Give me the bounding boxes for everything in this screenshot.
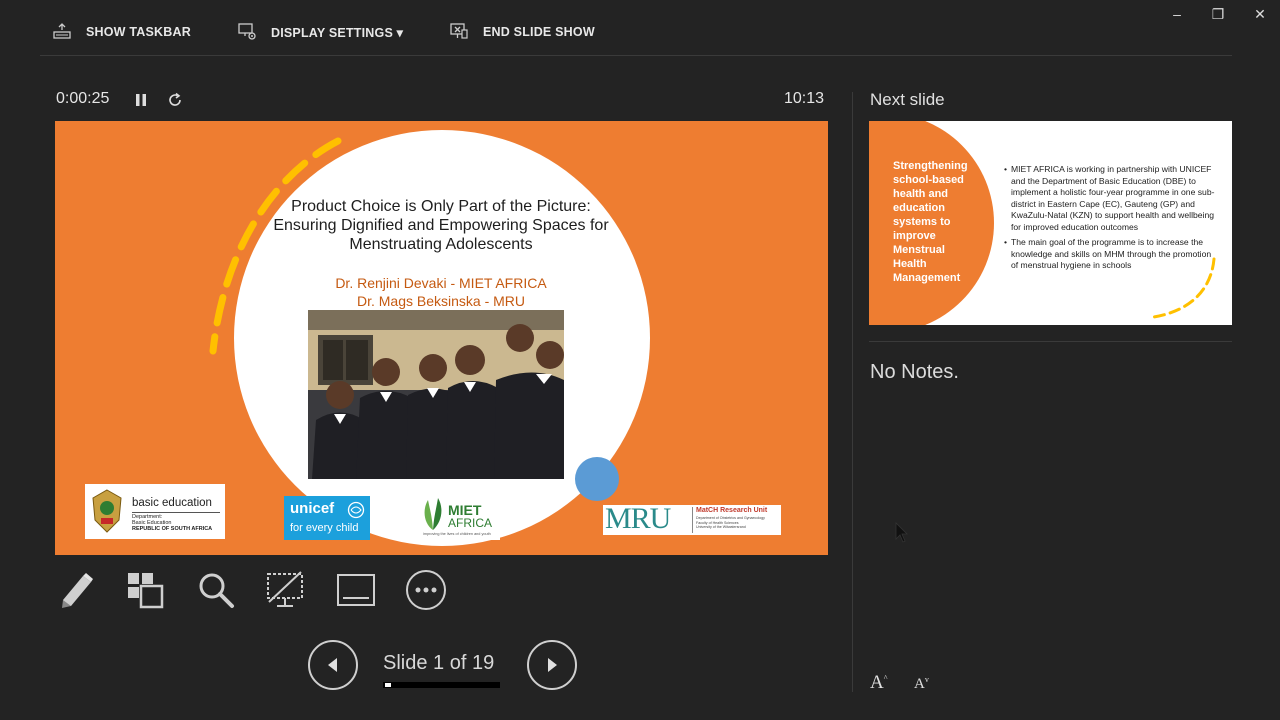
basic-education-logo: basic education Department: Basic Educat… bbox=[85, 484, 225, 539]
miet-africa-logo: MIET AFRICA improving the lives of child… bbox=[418, 494, 500, 540]
end-slide-show-button[interactable]: END SLIDE SHOW bbox=[449, 18, 595, 46]
display-settings-button[interactable]: DISPLAY SETTINGS ▾ bbox=[237, 18, 403, 46]
elapsed-timer: 0:00:25 bbox=[56, 90, 110, 107]
monitor-gear-icon bbox=[237, 21, 257, 44]
taskbar-icon bbox=[52, 21, 72, 44]
pen-icon bbox=[62, 573, 93, 608]
notes-divider bbox=[869, 341, 1232, 342]
mouse-pointer-icon bbox=[895, 522, 908, 543]
display-settings-label: DISPLAY SETTINGS ▾ bbox=[271, 25, 404, 40]
slide-authors: Dr. Renjini Devaki - MIET AFRICA Dr. Mag… bbox=[265, 274, 617, 310]
more-options-button[interactable] bbox=[404, 568, 448, 612]
next-slide-dashed-arc bbox=[1152, 257, 1216, 319]
author-2: Dr. Mags Beksinska - MRU bbox=[356, 293, 526, 309]
previous-slide-button[interactable] bbox=[308, 640, 358, 690]
restart-timer-button[interactable] bbox=[164, 89, 186, 111]
panel-divider bbox=[852, 92, 853, 692]
presenter-toolbar: SHOW TASKBAR DISPLAY SETTINGS ▾ END SLID… bbox=[0, 0, 1280, 56]
show-taskbar-button[interactable]: SHOW TASKBAR bbox=[52, 18, 191, 46]
next-arrow-icon bbox=[548, 658, 557, 672]
pen-tool-button[interactable] bbox=[55, 568, 99, 612]
pause-timer-button[interactable] bbox=[131, 90, 151, 110]
more-options-icon bbox=[406, 570, 446, 610]
next-slide-button[interactable] bbox=[527, 640, 577, 690]
group-photo bbox=[308, 310, 564, 479]
decrease-font-letter: A bbox=[914, 676, 925, 692]
slide-counter[interactable]: Slide 1 of 19 bbox=[383, 652, 494, 675]
previous-arrow-icon bbox=[328, 658, 337, 672]
decrease-notes-font-button[interactable]: Av bbox=[914, 675, 929, 693]
black-screen-icon bbox=[267, 571, 303, 607]
magnifier-icon bbox=[199, 573, 234, 608]
next-slide-label: Next slide bbox=[870, 90, 945, 109]
current-time: 10:13 bbox=[784, 90, 825, 107]
decorative-blue-dot bbox=[575, 457, 619, 501]
author-1: Dr. Renjini Devaki - MIET AFRICA bbox=[335, 275, 547, 291]
show-taskbar-label: SHOW TASKBAR bbox=[86, 25, 191, 39]
restart-icon bbox=[169, 92, 181, 106]
zoom-button[interactable] bbox=[194, 568, 238, 612]
decrease-caret: v bbox=[924, 675, 929, 684]
slides-grid-icon bbox=[128, 573, 164, 609]
increase-caret: ^ bbox=[883, 673, 888, 683]
slide-title: Product Choice is Only Part of the Pictu… bbox=[273, 198, 609, 253]
increase-notes-font-button[interactable]: A^ bbox=[870, 672, 888, 694]
slide-progress-bar bbox=[383, 682, 500, 688]
toolbar-divider bbox=[40, 55, 1232, 56]
subtitles-icon bbox=[337, 574, 375, 606]
end-slide-show-label: END SLIDE SHOW bbox=[483, 25, 595, 39]
next-slide-preview[interactable]: Strengthening school-based health and ed… bbox=[869, 121, 1232, 325]
unicef-logo: unicef for every child bbox=[284, 496, 370, 540]
pause-icon bbox=[136, 94, 146, 106]
increase-font-letter: A bbox=[870, 672, 884, 693]
mru-logo: MRU MatCH Research Unit Department of Ob… bbox=[603, 502, 781, 535]
end-show-icon bbox=[449, 21, 469, 44]
black-screen-button[interactable] bbox=[263, 568, 307, 612]
speaker-notes[interactable]: No Notes. bbox=[870, 361, 959, 384]
see-all-slides-button[interactable] bbox=[123, 568, 167, 612]
slide-progress-fill bbox=[385, 683, 391, 687]
subtitles-button[interactable] bbox=[334, 568, 378, 612]
